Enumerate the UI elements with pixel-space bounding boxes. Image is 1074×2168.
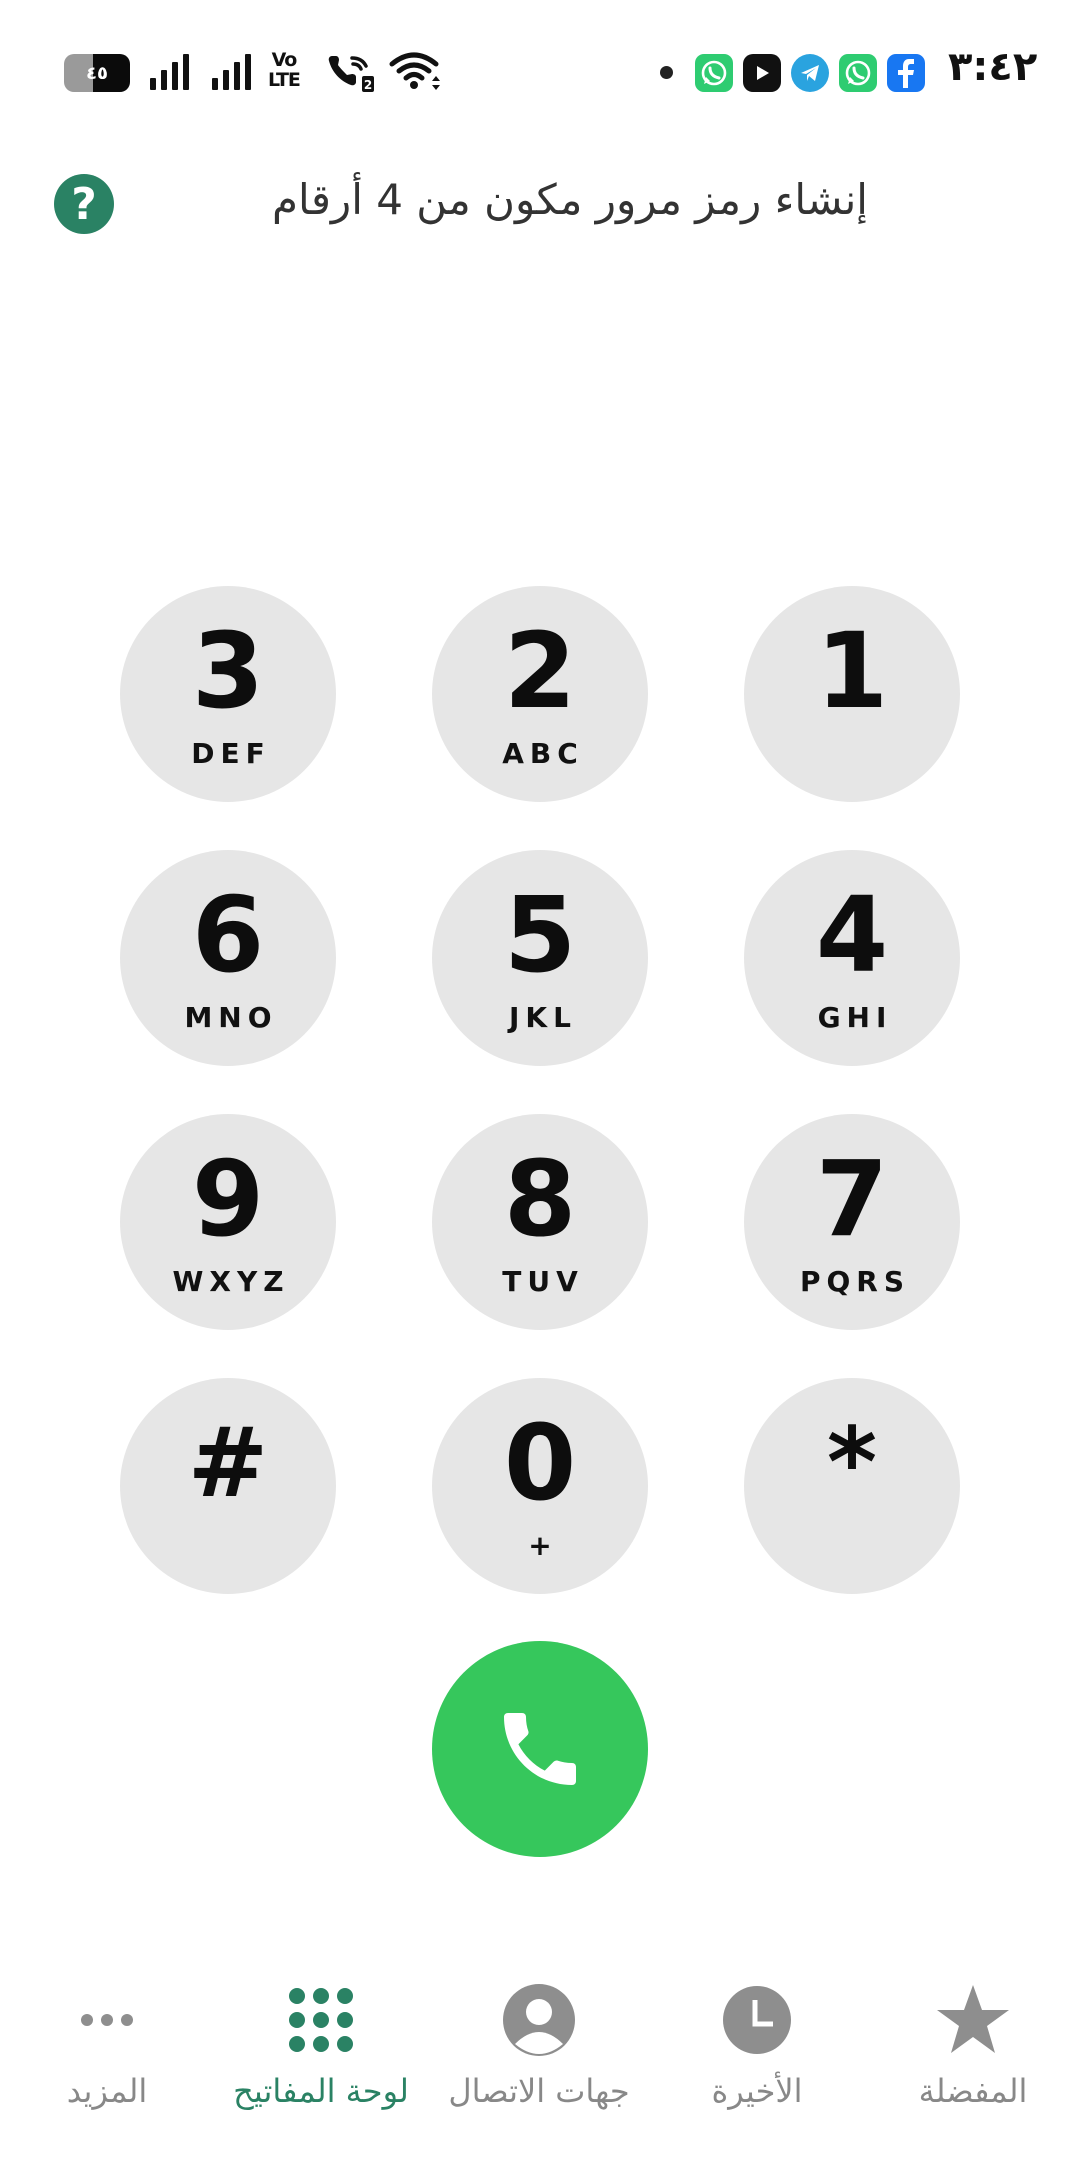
key-letters: TUV [502,1264,584,1298]
key-7[interactable]: 7 PQRS [744,1114,960,1330]
key-8[interactable]: 8 TUV [432,1114,648,1330]
facebook-icon [887,54,925,92]
key-digit: 3 [191,609,265,732]
key-letters: DEF [191,736,271,770]
key-digit: # [187,1407,269,1519]
key-star[interactable]: * [744,1378,960,1594]
call-button[interactable] [432,1641,648,1857]
nav-recents[interactable]: الأخيرة [650,1980,864,2110]
key-hash[interactable]: # [120,1378,336,1594]
key-6[interactable]: 6 MNO [120,850,336,1066]
signal-icon [150,52,189,90]
wifi-icon [388,50,444,96]
nav-label: لوحة المفاتيح [233,2072,409,2110]
key-digit: 5 [503,873,577,996]
battery-icon: ٤٥ [64,54,130,92]
key-3[interactable]: 3 DEF [120,586,336,802]
clock-icon [721,1980,793,2060]
key-letters: + [528,1528,558,1562]
key-digit: 1 [815,610,889,732]
nav-more[interactable]: المزيد [0,1980,214,2110]
nav-label: المفضلة [918,2072,1028,2110]
key-0[interactable]: 0 + [432,1378,648,1594]
key-9[interactable]: 9 WXYZ [120,1114,336,1330]
help-icon[interactable]: ? [54,174,114,234]
telegram-icon [791,54,829,92]
dialpad: 3 DEF 2 ABC 1 6 MNO 5 JKL 4 GHI 9 WXYZ 8… [120,586,960,1594]
key-digit: 4 [815,873,889,996]
nav-favorites[interactable]: المفضلة [866,1980,1074,2110]
key-5[interactable]: 5 JKL [432,850,648,1066]
battery-level: ٤٥ [86,62,108,84]
volte-bottom-label: LTE [268,69,301,91]
key-letters: WXYZ [172,1264,290,1298]
key-digit: 7 [815,1137,889,1260]
status-time: ٣:٤٢ [948,44,1038,90]
whatsapp-icon-2 [839,54,877,92]
nav-label: جهات الاتصال [448,2072,630,2110]
key-letters: PQRS [799,1264,911,1298]
whatsapp-icon [695,54,733,92]
volte-top-label: Vo [271,49,298,71]
dialpad-icon [286,1980,356,2060]
youtube-icon [743,54,781,92]
key-letters: ABC [502,736,584,770]
status-bar: ٤٥ Vo LTE 2 ٣:٤٢ [0,0,1074,140]
key-letters: JKL [509,1000,577,1034]
notification-dot-icon [660,66,673,79]
key-digit: 9 [191,1137,265,1260]
volte-icon: Vo LTE [268,49,301,91]
nav-contacts[interactable]: جهات الاتصال [432,1980,646,2110]
key-digit: 0 [503,1401,577,1524]
wifi-calling-icon: 2 [326,52,376,98]
key-1[interactable]: 1 [744,586,960,802]
key-2[interactable]: 2 ABC [432,586,648,802]
key-digit: * [826,1407,878,1519]
nav-label: الأخيرة [711,2072,803,2110]
key-digit: 6 [191,873,265,996]
key-4[interactable]: 4 GHI [744,850,960,1066]
person-icon [501,1980,577,2060]
nav-keypad[interactable]: لوحة المفاتيح [214,1980,428,2110]
bottom-navigation: المزيد لوحة المفاتيح جهات الاتصال الأخير… [0,1980,1074,2130]
signal-icon-2 [212,52,251,90]
nav-label: المزيد [66,2072,148,2110]
star-icon [935,1980,1011,2060]
phone-icon [504,1713,576,1785]
more-dots-icon [79,1980,135,2060]
key-digit: 2 [503,609,577,732]
svg-text:2: 2 [364,78,372,92]
key-letters: MNO [184,1000,278,1034]
key-letters: GHI [817,1000,893,1034]
key-digit: 8 [503,1137,577,1260]
page-title: إنشاء رمز مرور مكون من 4 أرقام [272,175,868,224]
